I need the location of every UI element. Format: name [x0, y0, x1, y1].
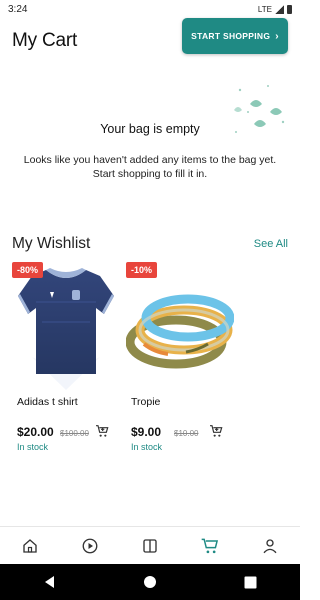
bottom-navigation	[0, 526, 300, 564]
chevron-right-icon: ›	[275, 30, 279, 42]
back-triangle-icon	[45, 576, 54, 588]
status-time: 3:24	[8, 3, 28, 15]
product-name: Tropie	[131, 396, 161, 408]
home-icon	[23, 538, 37, 553]
add-to-cart-icon[interactable]	[94, 423, 110, 439]
recents-button[interactable]	[240, 572, 260, 592]
cart-icon	[201, 538, 219, 553]
header: My Cart START SHOPPING ›	[0, 18, 300, 58]
signal-icon	[275, 4, 284, 14]
status-indicators: LTE	[257, 4, 292, 14]
product-image[interactable]: -10%	[125, 262, 235, 392]
product-price: $20.00	[17, 425, 54, 439]
nav-profile[interactable]	[258, 534, 282, 558]
product-old-price: $100.00	[60, 429, 89, 438]
empty-bag-message: Looks like you haven't added any items t…	[23, 154, 277, 180]
nav-home[interactable]	[18, 534, 42, 558]
discount-badge: -10%	[126, 262, 158, 278]
system-navigation-bar	[0, 564, 300, 600]
see-all-link[interactable]: See All	[254, 238, 288, 250]
product-price: $9.00	[131, 425, 162, 439]
stock-status: In stock	[131, 442, 163, 452]
home-button[interactable]	[140, 572, 160, 592]
nav-videos[interactable]	[78, 534, 102, 558]
network-label: LTE	[257, 4, 272, 14]
stock-status: In stock	[17, 442, 49, 452]
play-icon	[82, 538, 98, 553]
discount-badge: -80%	[12, 262, 44, 278]
empty-bag-title: Your bag is empty	[100, 122, 200, 136]
wristband-image	[125, 294, 235, 369]
product-name: Adidas t shirt	[17, 396, 78, 408]
product-old-price: $10.00	[174, 429, 199, 438]
wishlist-title: My Wishlist	[12, 235, 91, 252]
wishlist-item[interactable]: -80% Adidas t shirt $20.00 $100.00 In st…	[12, 262, 120, 462]
start-shopping-label: START SHOPPING	[191, 31, 271, 41]
back-button[interactable]	[40, 572, 60, 592]
product-image[interactable]: -80%	[12, 262, 120, 392]
start-shopping-button[interactable]: START SHOPPING ›	[182, 18, 288, 54]
nav-catalog[interactable]	[138, 534, 162, 558]
wishlist-item[interactable]: -10% Tropie $9.00 $10.00 In stock	[125, 262, 235, 462]
recents-square-icon	[244, 576, 256, 588]
book-icon	[143, 538, 157, 553]
profile-icon	[263, 538, 277, 553]
page-title: My Cart	[12, 30, 78, 51]
nav-cart[interactable]	[198, 534, 222, 558]
add-to-cart-icon[interactable]	[208, 423, 224, 439]
home-circle-icon	[144, 576, 156, 588]
status-bar: 3:24 LTE	[0, 0, 300, 18]
battery-icon	[287, 4, 292, 14]
tshirt-image	[18, 268, 114, 390]
